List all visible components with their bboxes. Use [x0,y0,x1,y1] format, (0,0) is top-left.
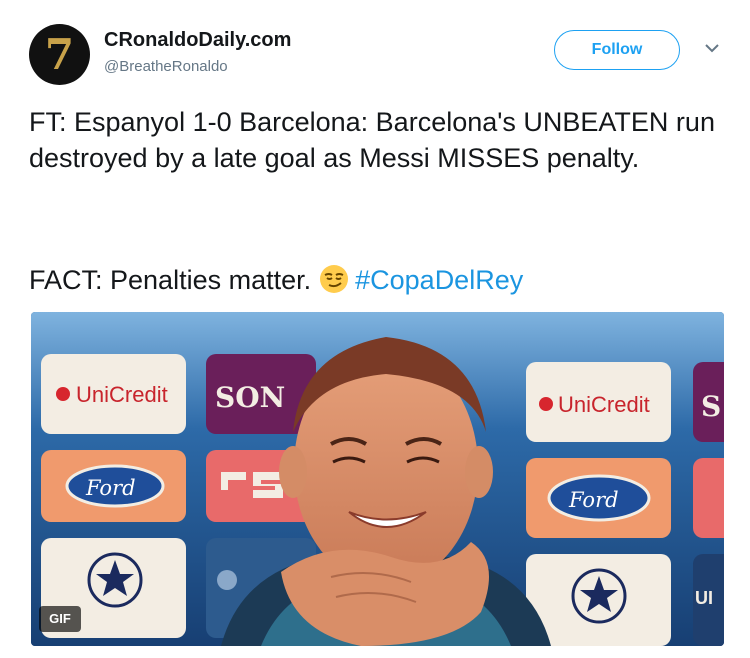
tweet-text: FT: Espanyol 1-0 Barcelona: Barcelona's … [29,107,715,173]
tweet-text-line: FACT: Penalties matter. #CopaDelRey [29,262,523,298]
sponsor-label: UI [695,588,713,608]
follow-button[interactable]: Follow [554,30,680,70]
chevron-down-icon[interactable] [702,41,722,55]
smirking-face-icon [320,265,349,293]
tweet-media-gif[interactable]: UniCredit Ford SON UniCredit S Ford UI G… [31,312,724,646]
hashtag-link[interactable]: #CopaDelRey [355,265,523,295]
gif-image: UniCredit Ford SON UniCredit S Ford UI [31,312,724,646]
sponsor-label: UniCredit [558,392,650,417]
sponsor-label: UniCredit [76,382,168,407]
display-name[interactable]: CRonaldoDaily.com [104,29,291,52]
sponsor-label: S [701,390,721,423]
sponsor-label: Ford [568,488,619,512]
tweet-fact-text: FACT: Penalties matter. [29,265,312,295]
gif-badge: GIF [39,606,81,632]
avatar[interactable]: 7 [29,24,90,85]
user-handle[interactable]: @BreatheRonaldo [104,58,228,75]
avatar-logo: 7 [44,30,75,79]
sponsor-label: Ford [85,476,136,500]
sponsor-label: SON [215,381,285,414]
